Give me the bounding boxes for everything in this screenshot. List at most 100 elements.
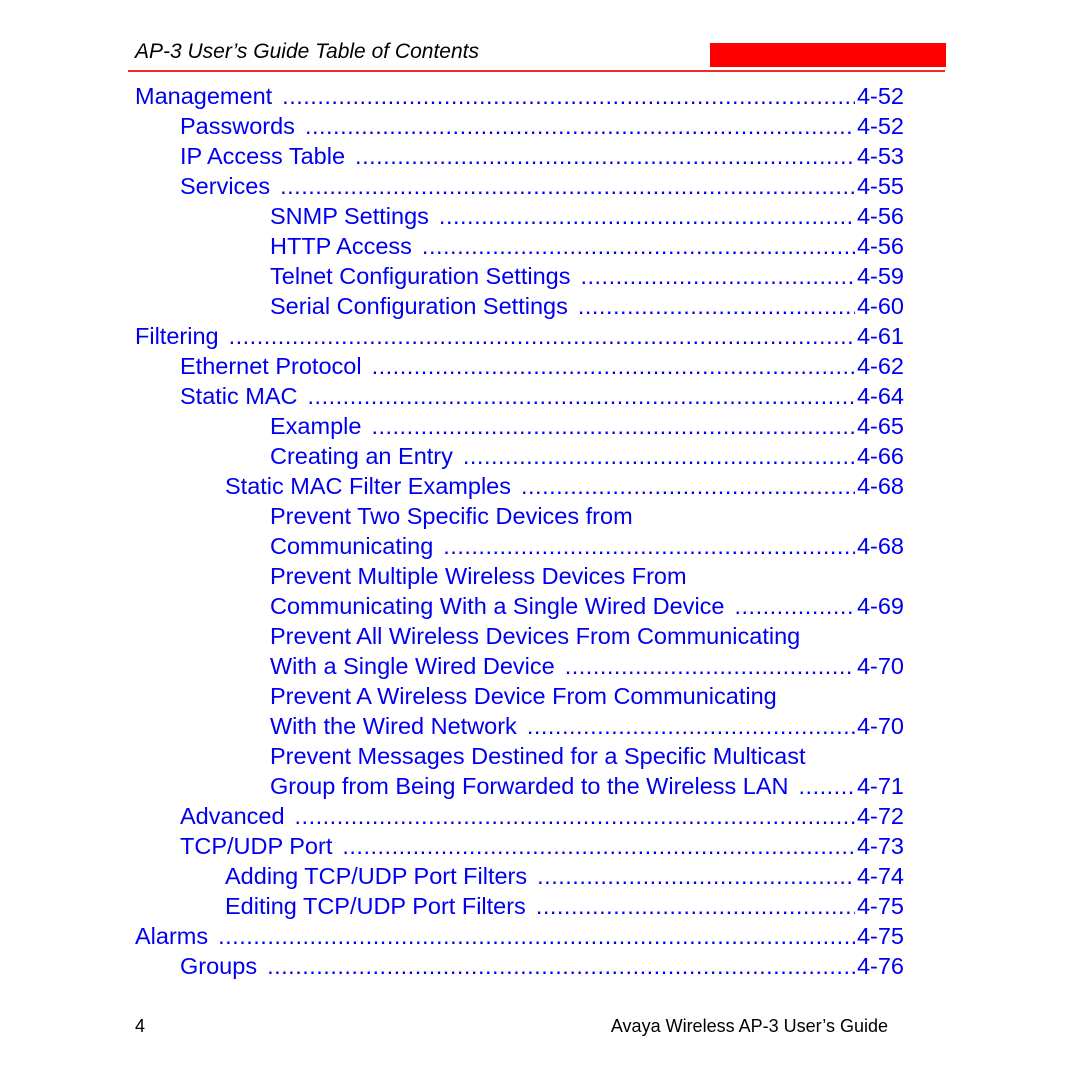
toc-entry[interactable]: SNMP Settings 4-56 bbox=[270, 203, 904, 233]
toc-entry[interactable]: Example 4-65 bbox=[270, 413, 904, 443]
header-title: AP-3 User’s Guide Table of Contents bbox=[135, 40, 479, 63]
toc-entry-page-number[interactable]: 4-56 bbox=[857, 203, 904, 230]
footer-title: Avaya Wireless AP-3 User’s Guide bbox=[610, 1016, 888, 1036]
toc-entry-page-number[interactable]: 4-62 bbox=[857, 353, 904, 380]
toc-entry-label[interactable]: Communicating With a Single Wired Device bbox=[270, 593, 725, 620]
toc-entry[interactable]: Prevent Multiple Wireless Devices From bbox=[270, 563, 904, 593]
toc-dot-leader bbox=[439, 203, 855, 230]
toc-dot-leader bbox=[799, 773, 855, 800]
toc-entry-page-number[interactable]: 4-56 bbox=[857, 233, 904, 260]
toc-entry-label[interactable]: Telnet Configuration Settings bbox=[270, 263, 570, 290]
toc-entry[interactable]: Prevent Two Specific Devices from bbox=[270, 503, 904, 533]
toc-entry-page-number[interactable]: 4-71 bbox=[857, 773, 904, 800]
toc-entry-label[interactable]: Groups bbox=[180, 953, 257, 980]
toc-entry-label[interactable]: Editing TCP/UDP Port Filters bbox=[225, 893, 526, 920]
toc-entry-page-number[interactable]: 4-70 bbox=[857, 653, 904, 680]
toc-entry[interactable]: With a Single Wired Device 4-70 bbox=[270, 653, 904, 683]
toc-entry-label[interactable]: Communicating bbox=[270, 533, 433, 560]
toc-entry[interactable]: Services 4-55 bbox=[180, 173, 904, 203]
toc-entry-label[interactable]: Advanced bbox=[180, 803, 285, 830]
toc-entry-page-number[interactable]: 4-70 bbox=[857, 713, 904, 740]
toc-entry[interactable]: Groups 4-76 bbox=[180, 953, 904, 983]
header-accent-block bbox=[710, 43, 946, 67]
toc-entry[interactable]: Alarms 4-75 bbox=[135, 923, 904, 953]
toc-entry[interactable]: Management 4-52 bbox=[135, 83, 904, 113]
toc-dot-leader bbox=[521, 473, 855, 500]
toc-entry[interactable]: Filtering 4-61 bbox=[135, 323, 904, 353]
toc-entry[interactable]: Communicating 4-68 bbox=[270, 533, 904, 563]
toc-entry[interactable]: Prevent Messages Destined for a Specific… bbox=[270, 743, 904, 773]
toc-entry-label[interactable]: Static MAC Filter Examples bbox=[225, 473, 511, 500]
toc-entry[interactable]: Telnet Configuration Settings 4-59 bbox=[270, 263, 904, 293]
toc-entry-page-number[interactable]: 4-65 bbox=[857, 413, 904, 440]
toc-dot-leader bbox=[229, 323, 855, 350]
toc-entry[interactable]: IP Access Table 4-53 bbox=[180, 143, 904, 173]
toc-entry-label[interactable]: TCP/UDP Port bbox=[180, 833, 332, 860]
toc-entry-label[interactable]: SNMP Settings bbox=[270, 203, 429, 230]
toc-entry-page-number[interactable]: 4-69 bbox=[857, 593, 904, 620]
toc-entry-page-number[interactable]: 4-73 bbox=[857, 833, 904, 860]
toc-entry-page-number[interactable]: 4-59 bbox=[857, 263, 904, 290]
toc-entry-label[interactable]: Filtering bbox=[135, 323, 219, 350]
toc-entry[interactable]: Prevent A Wireless Device From Communica… bbox=[270, 683, 904, 713]
toc-entry[interactable]: Ethernet Protocol 4-62 bbox=[180, 353, 904, 383]
toc-dot-leader bbox=[295, 803, 855, 830]
toc-dot-leader bbox=[218, 923, 855, 950]
toc-entry-label[interactable]: Adding TCP/UDP Port Filters bbox=[225, 863, 527, 890]
toc-entry[interactable]: Advanced 4-72 bbox=[180, 803, 904, 833]
toc-entry[interactable]: HTTP Access 4-56 bbox=[270, 233, 904, 263]
toc-entry[interactable]: TCP/UDP Port 4-73 bbox=[180, 833, 904, 863]
toc-entry-label[interactable]: Passwords bbox=[180, 113, 295, 140]
toc-entry-label[interactable]: Ethernet Protocol bbox=[180, 353, 362, 380]
toc-entry-page-number[interactable]: 4-75 bbox=[857, 893, 904, 920]
toc-entry-page-number[interactable]: 4-74 bbox=[857, 863, 904, 890]
header-divider bbox=[128, 70, 945, 72]
toc-entry[interactable]: Serial Configuration Settings 4-60 bbox=[270, 293, 904, 323]
toc-entry[interactable]: Static MAC Filter Examples 4-68 bbox=[225, 473, 904, 503]
toc-entry[interactable]: Static MAC 4-64 bbox=[180, 383, 904, 413]
toc-entry-label[interactable]: Static MAC bbox=[180, 383, 298, 410]
toc-dot-leader bbox=[578, 293, 855, 320]
toc-entry-label[interactable]: Serial Configuration Settings bbox=[270, 293, 568, 320]
toc-dot-leader bbox=[371, 413, 855, 440]
toc-entry-page-number[interactable]: 4-53 bbox=[857, 143, 904, 170]
toc-entry-page-number[interactable]: 4-61 bbox=[857, 323, 904, 350]
toc-entry[interactable]: Adding TCP/UDP Port Filters 4-74 bbox=[225, 863, 904, 893]
toc-dot-leader bbox=[355, 143, 855, 170]
toc-entry-page-number[interactable]: 4-75 bbox=[857, 923, 904, 950]
toc-entry[interactable]: With the Wired Network 4-70 bbox=[270, 713, 904, 743]
toc-entry-label[interactable]: Prevent Two Specific Devices from bbox=[270, 503, 633, 530]
toc-entry-label[interactable]: HTTP Access bbox=[270, 233, 412, 260]
toc-entry-label[interactable]: Prevent All Wireless Devices From Commun… bbox=[270, 623, 800, 650]
toc-entry[interactable]: Creating an Entry 4-66 bbox=[270, 443, 904, 473]
toc-entry-page-number[interactable]: 4-68 bbox=[857, 533, 904, 560]
toc-entry-label[interactable]: Prevent A Wireless Device From Communica… bbox=[270, 683, 777, 710]
toc-entry-label[interactable]: Management bbox=[135, 83, 272, 110]
toc-entry-label[interactable]: IP Access Table bbox=[180, 143, 345, 170]
toc-dot-leader bbox=[443, 533, 855, 560]
toc-dot-leader bbox=[536, 893, 855, 920]
toc-entry-page-number[interactable]: 4-66 bbox=[857, 443, 904, 470]
toc-entry[interactable]: Editing TCP/UDP Port Filters 4-75 bbox=[225, 893, 904, 923]
toc-entry-label[interactable]: Creating an Entry bbox=[270, 443, 453, 470]
toc-entry-label[interactable]: Services bbox=[180, 173, 270, 200]
toc-entry[interactable]: Prevent All Wireless Devices From Commun… bbox=[270, 623, 904, 653]
toc-entry-page-number[interactable]: 4-55 bbox=[857, 173, 904, 200]
toc-entry[interactable]: Passwords 4-52 bbox=[180, 113, 904, 143]
toc-entry-page-number[interactable]: 4-72 bbox=[857, 803, 904, 830]
toc-entry-label[interactable]: Alarms bbox=[135, 923, 208, 950]
toc-entry[interactable]: Group from Being Forwarded to the Wirele… bbox=[270, 773, 904, 803]
toc-entry-page-number[interactable]: 4-68 bbox=[857, 473, 904, 500]
toc-entry-label[interactable]: Example bbox=[270, 413, 361, 440]
toc-entry-label[interactable]: Group from Being Forwarded to the Wirele… bbox=[270, 773, 789, 800]
toc-entry-page-number[interactable]: 4-64 bbox=[857, 383, 904, 410]
toc-entry-label[interactable]: With a Single Wired Device bbox=[270, 653, 555, 680]
toc-entry-page-number[interactable]: 4-52 bbox=[857, 83, 904, 110]
toc-entry-page-number[interactable]: 4-60 bbox=[857, 293, 904, 320]
toc-entry-label[interactable]: Prevent Multiple Wireless Devices From bbox=[270, 563, 687, 590]
toc-entry[interactable]: Communicating With a Single Wired Device… bbox=[270, 593, 904, 623]
toc-entry-page-number[interactable]: 4-52 bbox=[857, 113, 904, 140]
toc-entry-page-number[interactable]: 4-76 bbox=[857, 953, 904, 980]
toc-entry-label[interactable]: Prevent Messages Destined for a Specific… bbox=[270, 743, 806, 770]
toc-entry-label[interactable]: With the Wired Network bbox=[270, 713, 517, 740]
